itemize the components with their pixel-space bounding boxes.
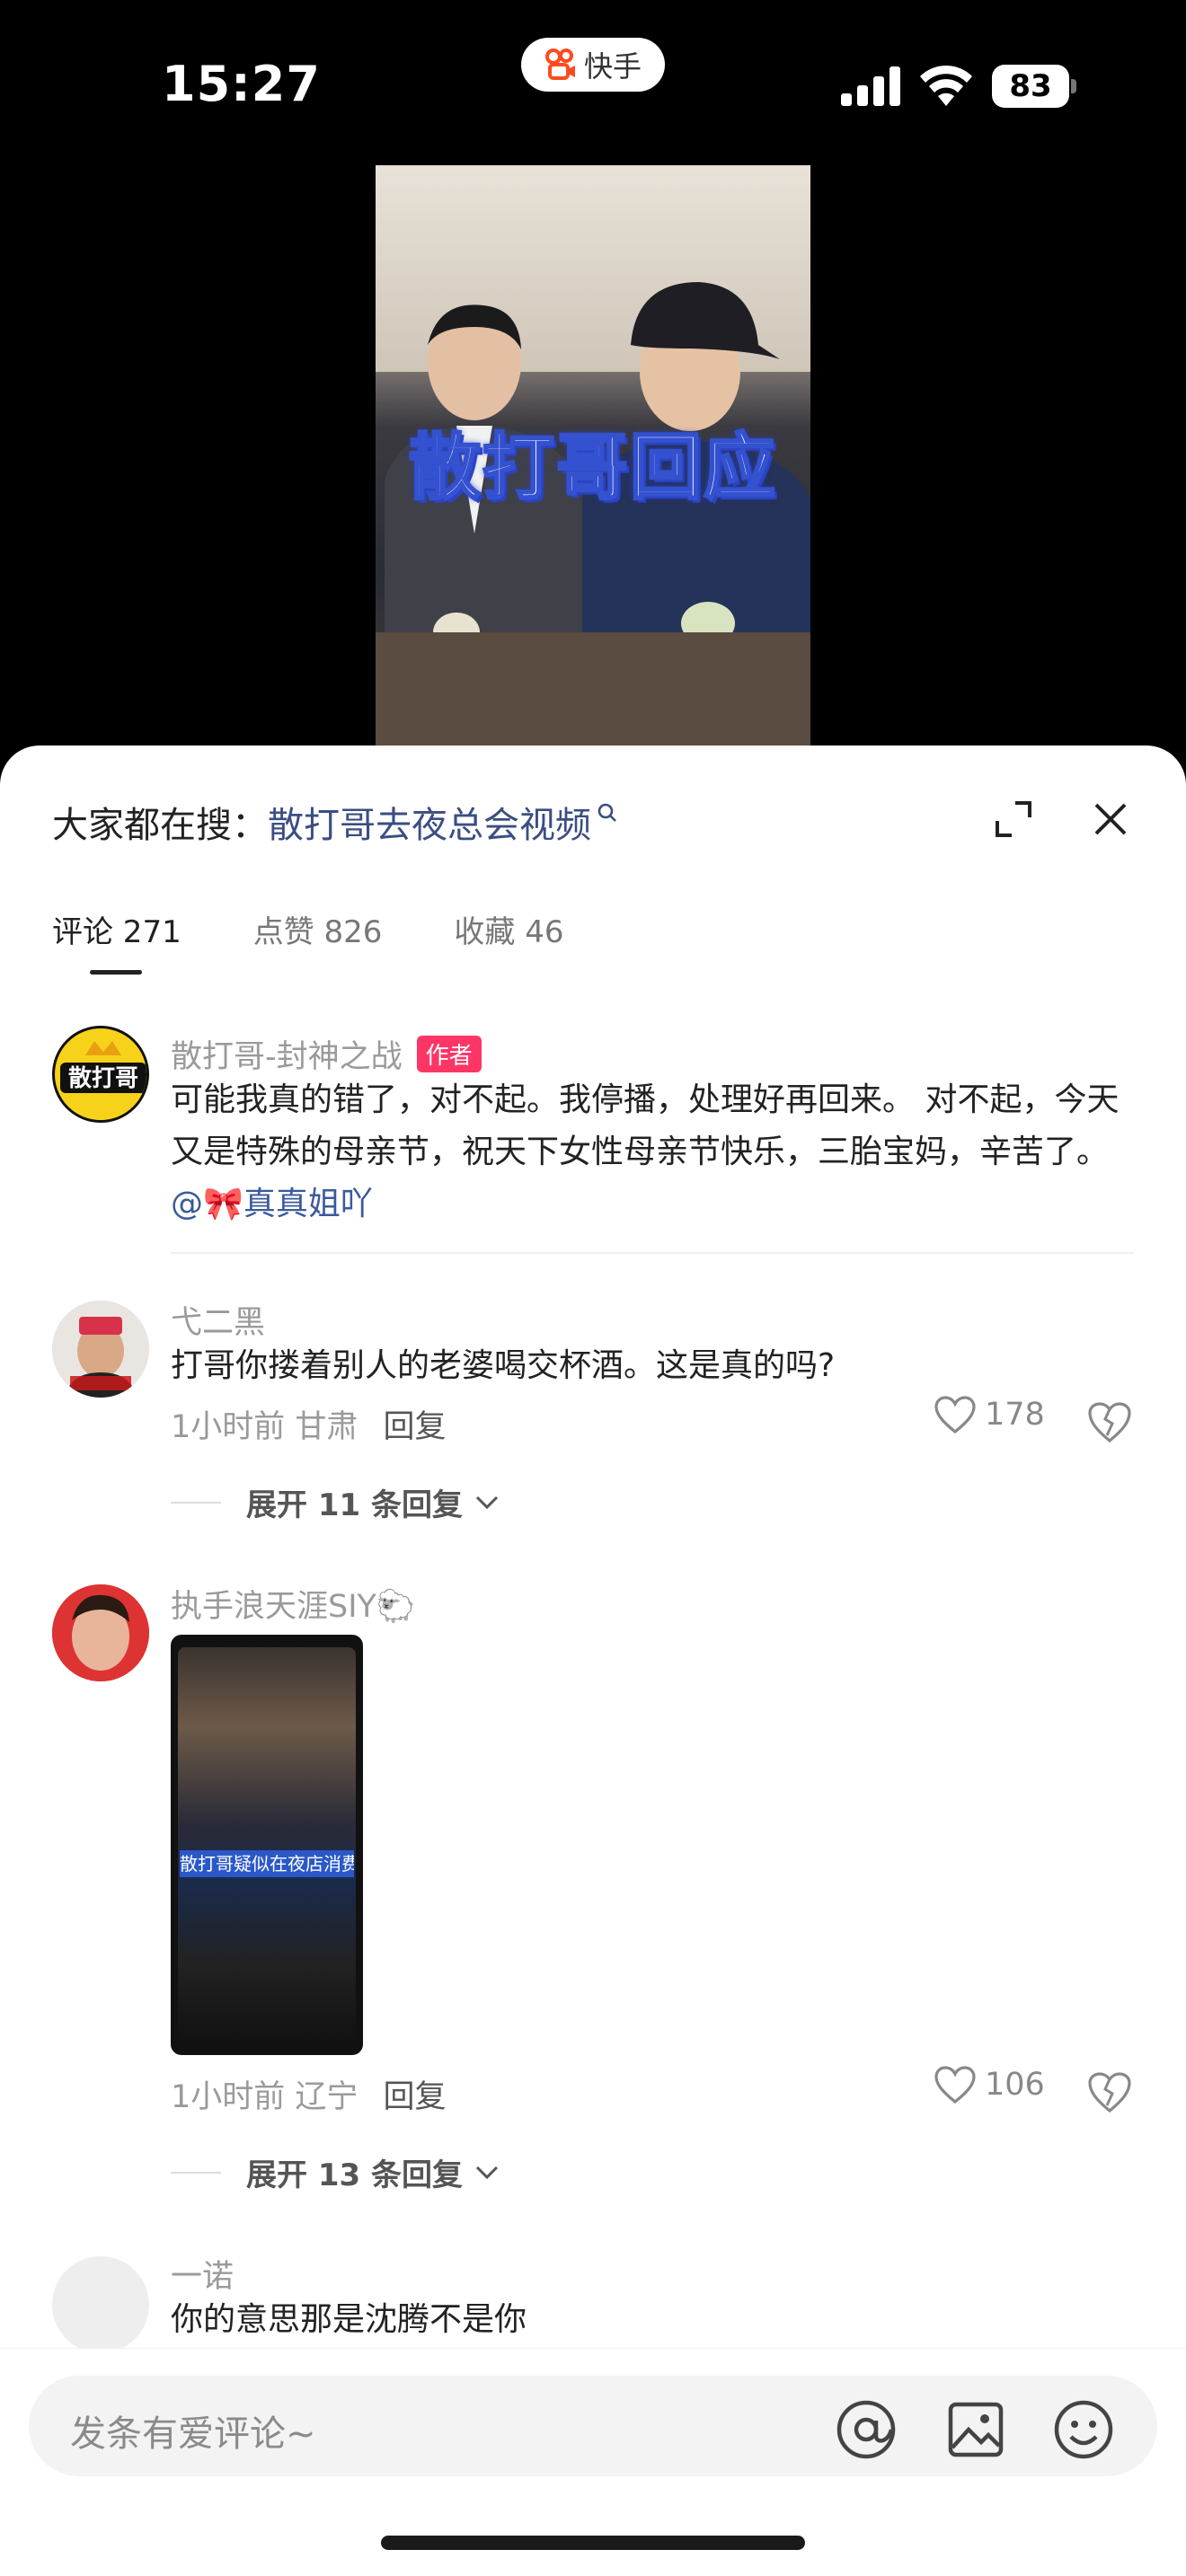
reply-button[interactable]: 回复 [383,2071,446,2117]
comment-meta: 1小时前 辽宁 回复 [171,2071,446,2117]
tab-comments[interactable]: 评论 271 [52,907,181,975]
comment-tabs: 评论 271 点赞 826 收藏 46 [52,907,563,975]
username[interactable]: 一诺 [171,2251,234,2297]
expand-replies-label: 展开 13 条回复 [246,2157,463,2193]
expand-replies-button[interactable]: 展开 13 条回复 [171,2150,500,2194]
avatar[interactable] [52,2256,149,2353]
search-icon [597,802,618,830]
emoji-icon[interactable] [1053,2399,1114,2460]
username[interactable]: 弋二黑 [171,1297,265,1343]
comment-location: 甘肃 [295,1409,358,1445]
divider [171,1252,1134,1254]
status-bar: 15:27 快手 83 [0,0,1186,162]
comment-author-name[interactable]: 一诺 [171,2251,234,2297]
comment-meta: 1小时前 甘肃 回复 [171,1401,446,1447]
comment-time-location: 1小时前 辽宁 [171,2071,358,2117]
comment-location: 辽宁 [295,2079,358,2115]
close-icon[interactable] [1093,801,1128,837]
comment-text[interactable]: 打哥你搂着别人的老婆喝交杯酒。这是真的吗? [171,1340,1141,1392]
comment-input[interactable]: 发条有爱评论~ [29,2376,1157,2476]
broken-heart-icon[interactable] [1087,1401,1132,1442]
battery-level: 83 [992,65,1069,108]
video-player[interactable]: 散打哥回应 [376,165,810,745]
heart-icon [934,2066,976,2104]
comment-author-name[interactable]: 弋二黑 [171,1297,265,1343]
kuaishou-logo-icon [544,48,579,82]
comment-body: 可能我真的错了，对不起。我停播，处理好再回来。 对不起，今天又是特殊的母亲节，祝… [171,1081,1120,1170]
app-indicator-pill[interactable]: 快手 [521,38,665,92]
comment-text[interactable]: 你的意思那是沈腾不是你 [171,2294,1141,2346]
chevron-down-icon [475,2166,499,2179]
expand-icon[interactable] [994,799,1033,839]
status-time: 15:27 [162,56,321,112]
comment-input-placeholder: 发条有爱评论~ [70,2413,316,2455]
trending-search[interactable]: 大家都在搜： 散打哥去夜总会视频 [52,796,618,848]
like-button[interactable]: 106 [934,2066,1045,2104]
comment-sheet: 大家都在搜： 散打哥去夜总会视频 评论 271 点赞 826 收藏 46 散打哥… [0,745,1186,2576]
signal-icon [841,66,900,106]
avatar[interactable] [52,1301,149,1398]
comment-image-banner: 散打哥疑似在夜店消费 [180,1850,354,1877]
like-count: 178 [985,1397,1045,1433]
trending-search-term[interactable]: 散打哥去夜总会视频 [268,796,591,848]
comment-image[interactable]: 散打哥疑似在夜店消费 [171,1635,363,2055]
chevron-down-icon [475,1495,499,1509]
avatar[interactable]: 散打哥 [52,1026,149,1123]
comment-time: 1小时前 [171,2079,286,2115]
trending-search-prefix: 大家都在搜： [52,805,268,846]
avatar-text: 散打哥 [68,1065,138,1092]
comment-text[interactable]: 可能我真的错了，对不起。我停播，处理好再回来。 对不起，今天又是特殊的母亲节，祝… [171,1074,1141,1231]
like-button[interactable]: 178 [934,1396,1045,1434]
reply-button[interactable]: 回复 [383,1401,446,1447]
comment-time-location: 1小时前 甘肃 [171,1401,358,1447]
battery-icon: 83 [992,65,1076,108]
username[interactable]: 执手浪天涯SIY🐑 [171,1581,416,1627]
broken-heart-icon[interactable] [1087,2071,1132,2113]
tab-favorites[interactable]: 收藏 46 [454,907,563,951]
avatar[interactable] [52,1584,149,1681]
at-icon[interactable] [836,2399,897,2460]
comment-author-name[interactable]: 散打哥-封神之战 作者 [171,1031,482,1077]
expand-replies-button[interactable]: 展开 11 条回复 [171,1480,500,1524]
heart-icon [934,1396,976,1434]
tab-likes[interactable]: 点赞 826 [253,907,383,951]
comment-input-bar: 发条有爱评论~ [0,2348,1186,2576]
like-count: 106 [985,2067,1045,2103]
mention-link[interactable]: @🎀真真姐吖 [171,1186,373,1222]
expand-replies-label: 展开 11 条回复 [246,1487,463,1523]
home-indicator[interactable] [381,2536,805,2550]
comment-author-name[interactable]: 执手浪天涯SIY🐑 [171,1581,416,1627]
video-caption: 散打哥回应 [408,425,777,511]
app-name: 快手 [583,49,642,84]
wifi-icon [920,65,972,106]
comment-time: 1小时前 [171,1409,286,1445]
image-icon[interactable] [945,2399,1006,2460]
author-badge: 作者 [416,1036,482,1072]
username[interactable]: 散打哥-封神之战 [171,1031,403,1077]
